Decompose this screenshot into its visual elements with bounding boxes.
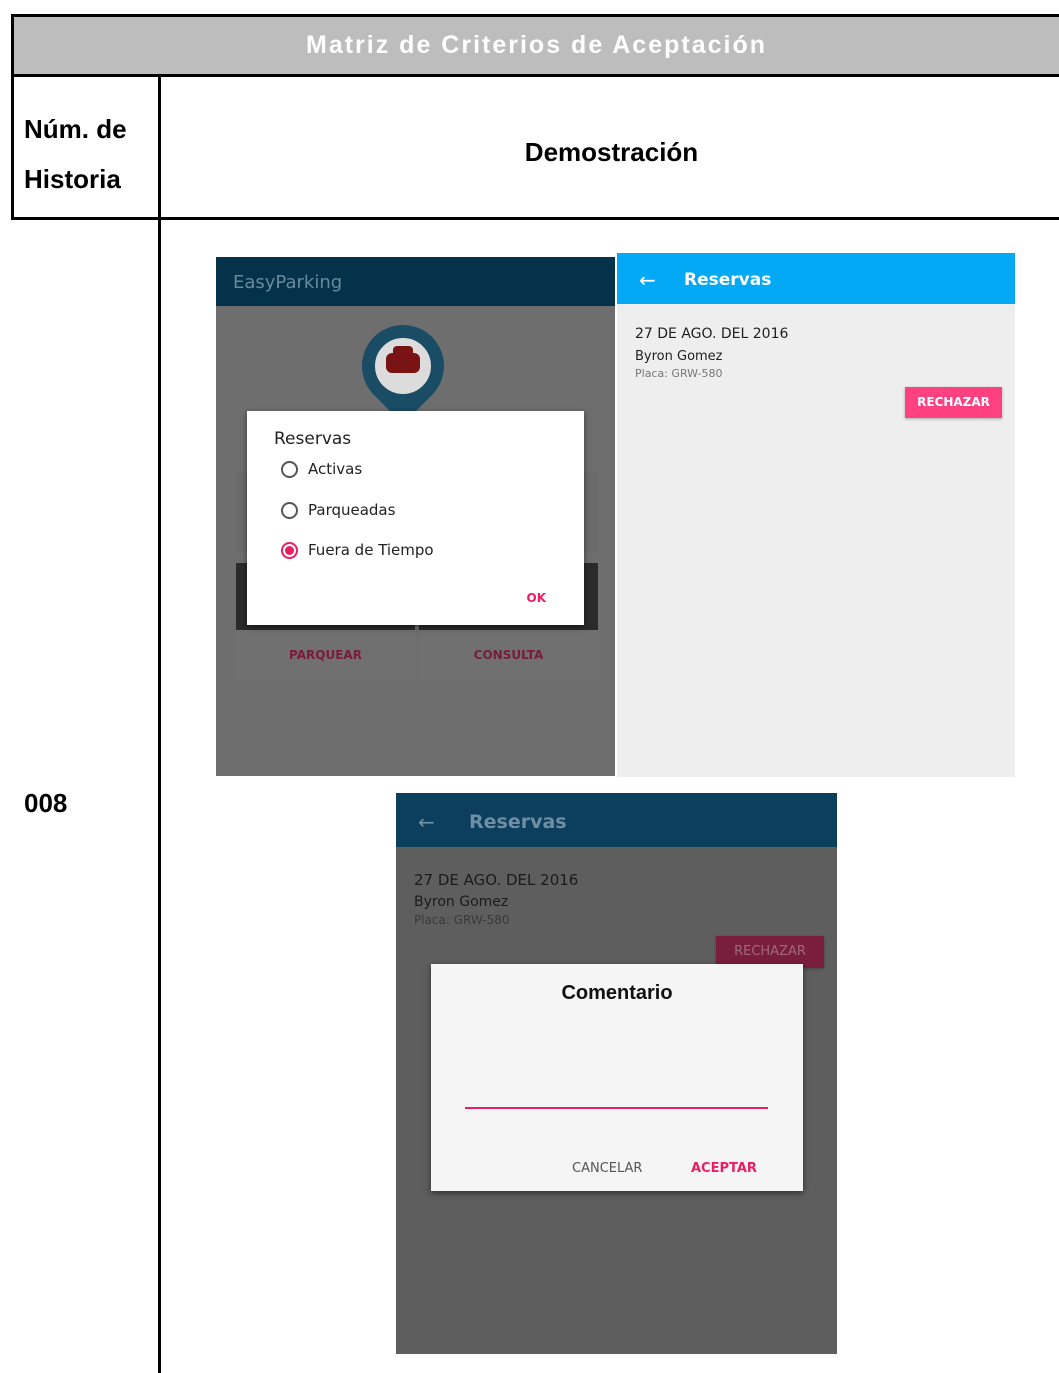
option-activas[interactable]: Activas [281, 458, 362, 480]
app-bar: ← Reservas [617, 253, 1015, 304]
reservas-filter-dialog: Reservas Activas Parqueadas Fuera de Tie… [247, 411, 584, 625]
reservation-name: Byron Gomez [414, 894, 509, 910]
reservation-plate: Placa: GRW-580 [414, 913, 510, 927]
screen-title: Reservas [469, 811, 567, 833]
back-arrow-icon[interactable]: ← [418, 793, 435, 851]
car-icon [386, 353, 420, 373]
accept-button[interactable]: ACEPTAR [691, 1161, 757, 1176]
parquear-button[interactable]: PARQUEAR [236, 630, 415, 680]
back-arrow-icon[interactable]: ← [639, 253, 656, 307]
reservation-date: 27 DE AGO. DEL 2016 [635, 326, 789, 342]
consulta-button[interactable]: CONSULTA [419, 630, 598, 680]
table-column-divider [158, 77, 161, 1373]
comment-input[interactable] [465, 1083, 768, 1109]
screenshot-menu-dialog: EasyParking PARQUEAR CONSULTA Reservas A… [216, 257, 615, 776]
story-number: 008 [24, 788, 68, 818]
radio-icon[interactable] [281, 501, 298, 519]
dialog-title: Comentario [561, 982, 673, 1004]
matrix-title: Matriz de Criterios de Aceptación [11, 14, 1059, 77]
reservation-date: 27 DE AGO. DEL 2016 [414, 871, 579, 889]
comment-dialog: Comentario CANCELAR ACEPTAR [431, 964, 803, 1191]
option-fuera-de-tiempo[interactable]: Fuera de Tiempo [281, 539, 434, 561]
option-parqueadas[interactable]: Parqueadas [281, 499, 395, 521]
demo-header: Demostración [524, 137, 699, 167]
table-left-border [11, 14, 14, 219]
radio-icon[interactable] [281, 460, 298, 478]
option-label: Parqueadas [308, 501, 396, 519]
screenshot-reservas-list: ← Reservas 27 DE AGO. DEL 2016 Byron Gom… [617, 253, 1015, 777]
reject-button[interactable]: RECHAZAR [905, 387, 1002, 418]
app-bar: ← Reservas [396, 793, 837, 847]
option-label: Activas [308, 460, 363, 478]
dialog-title: Reservas [274, 429, 352, 449]
ok-button[interactable]: OK [527, 591, 547, 605]
table-header-divider [11, 217, 1059, 220]
screenshot-comment-dialog: ← Reservas 27 DE AGO. DEL 2016 Byron Gom… [396, 793, 837, 1354]
screen-title: Reservas [684, 270, 772, 290]
cancel-button[interactable]: CANCELAR [572, 1161, 642, 1176]
reservation-name: Byron Gomez [635, 349, 723, 364]
story-number-header: Núm. de Historia [24, 114, 127, 194]
app-bar: EasyParking [216, 257, 615, 306]
option-label: Fuera de Tiempo [308, 541, 434, 559]
reservation-plate: Placa: GRW-580 [635, 367, 723, 380]
radio-selected-icon[interactable] [281, 541, 298, 559]
